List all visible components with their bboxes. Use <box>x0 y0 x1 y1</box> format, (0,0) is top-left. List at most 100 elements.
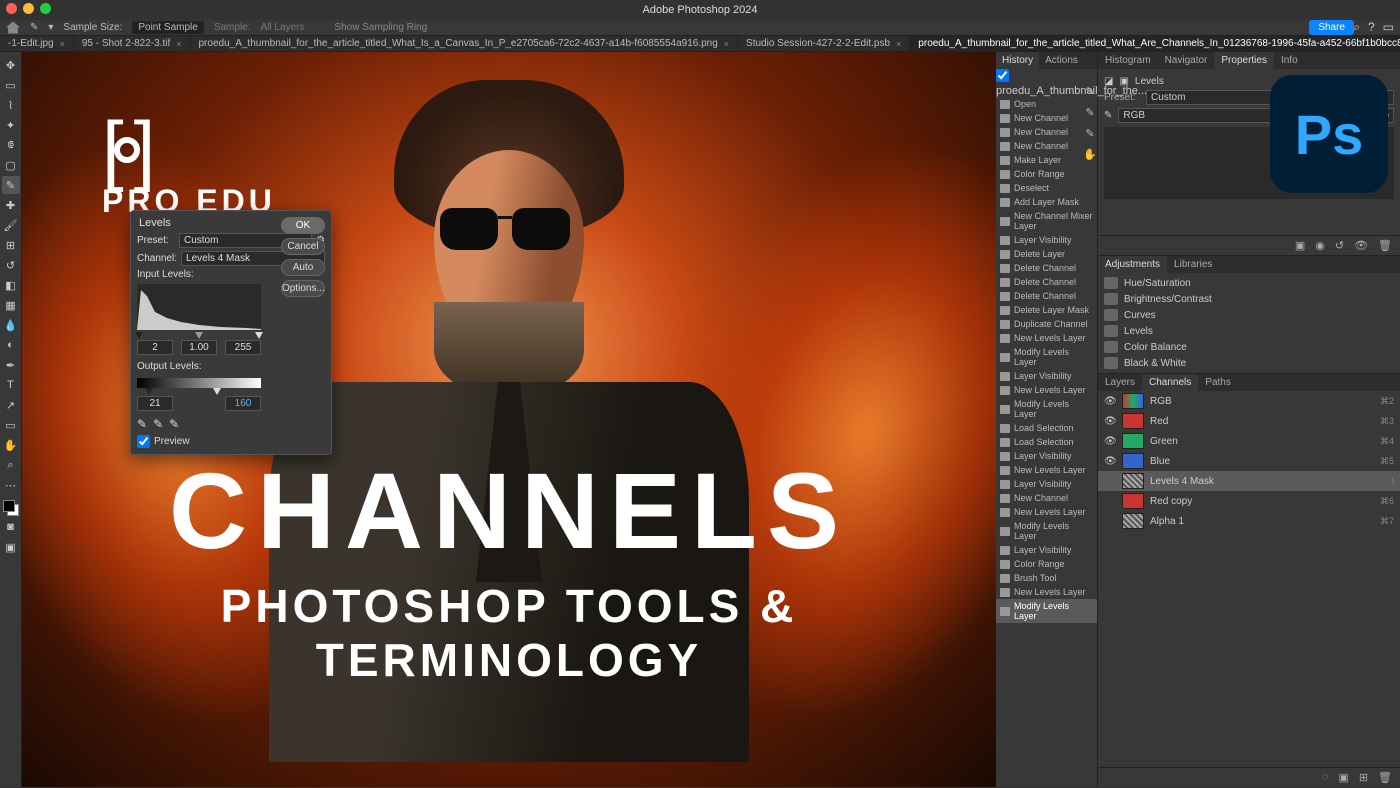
load-selection-icon[interactable]: ◌ <box>1322 771 1329 784</box>
reset-icon[interactable]: ↺ <box>1335 239 1344 252</box>
dodge-tool-icon[interactable]: ◐ <box>2 336 20 354</box>
history-state[interactable]: Color Range <box>996 167 1097 181</box>
history-state[interactable]: Layer Visibility <box>996 543 1097 557</box>
visibility-icon[interactable]: 👁 <box>1104 416 1116 427</box>
delete-channel-icon[interactable]: 🗑 <box>1378 771 1392 784</box>
sample-size-dropdown[interactable]: Point Sample <box>132 21 203 34</box>
save-selection-icon[interactable]: ▣ <box>1338 771 1348 784</box>
history-state[interactable]: New Levels Layer <box>996 585 1097 599</box>
gray-point-eyedropper-icon[interactable]: ✎ <box>153 417 163 431</box>
gradient-tool-icon[interactable]: ▦ <box>2 296 20 314</box>
edit-toolbar-icon[interactable]: ⋯ <box>2 476 20 494</box>
channel-eyedropper-icon[interactable]: ✎ <box>1104 110 1112 121</box>
tab-libraries[interactable]: Libraries <box>1167 256 1219 273</box>
history-state[interactable]: Delete Channel <box>996 289 1097 303</box>
close-tab-icon[interactable]: × <box>60 39 65 49</box>
help-icon[interactable]: ? <box>1368 20 1375 35</box>
tab-layers[interactable]: Layers <box>1098 374 1142 391</box>
view-previous-icon[interactable]: ◉ <box>1315 239 1325 252</box>
auto-button[interactable]: Auto <box>281 259 325 276</box>
adjustment-preset[interactable]: Black & White <box>1098 355 1400 371</box>
clip-icon[interactable]: ▣ <box>1295 239 1305 252</box>
close-window-icon[interactable] <box>6 3 17 14</box>
lasso-tool-icon[interactable]: ⌇ <box>2 96 20 114</box>
document-tab[interactable]: Studio Session-427-2-2-Edit.psb× <box>738 36 910 51</box>
black-eyedropper-icon[interactable]: ✎ <box>1085 85 1094 98</box>
stamp-tool-icon[interactable]: ⊞ <box>2 236 20 254</box>
channel-row[interactable]: 👁Green⌘4 <box>1098 431 1400 451</box>
visibility-icon[interactable]: 👁 <box>1104 456 1116 467</box>
workspace-icon[interactable]: ▭ <box>1383 20 1394 35</box>
history-state[interactable]: Modify Levels Layer <box>996 397 1097 421</box>
channel-row[interactable]: Alpha 1⌘7 <box>1098 511 1400 531</box>
history-state[interactable]: Delete Channel <box>996 261 1097 275</box>
close-tab-icon[interactable]: × <box>176 39 181 49</box>
black-point-eyedropper-icon[interactable]: ✎ <box>137 417 147 431</box>
history-state[interactable]: Delete Layer Mask <box>996 303 1097 317</box>
quickmask-icon[interactable]: ◙ <box>2 518 20 536</box>
tab-paths[interactable]: Paths <box>1198 374 1238 391</box>
gray-eyedropper-icon[interactable]: ✎ <box>1085 106 1094 119</box>
tab-info[interactable]: Info <box>1274 52 1305 69</box>
input-black-field[interactable] <box>137 340 173 355</box>
document-tab[interactable]: proedu_A_thumbnail_for_the_article_title… <box>191 36 739 51</box>
marquee-tool-icon[interactable]: ▭ <box>2 76 20 94</box>
healing-tool-icon[interactable]: ✚ <box>2 196 20 214</box>
tab-history[interactable]: History <box>996 52 1039 69</box>
history-state[interactable]: New Levels Layer <box>996 463 1097 477</box>
levels-dialog[interactable]: Levels OK Cancel Auto Options... Preset:… <box>130 210 332 455</box>
channel-row[interactable]: Red copy⌘6 <box>1098 491 1400 511</box>
history-state[interactable]: New Channel <box>996 491 1097 505</box>
maximize-window-icon[interactable] <box>40 3 51 14</box>
history-state[interactable]: Modify Levels Layer <box>996 599 1097 623</box>
history-state[interactable]: Color Range <box>996 557 1097 571</box>
visibility-icon[interactable]: 👁 <box>1104 436 1116 447</box>
history-state[interactable]: New Levels Layer <box>996 505 1097 519</box>
show-sampling-ring-checkbox[interactable]: Show Sampling Ring <box>334 22 427 33</box>
history-state[interactable]: Deselect <box>996 181 1097 195</box>
window-controls[interactable] <box>6 3 51 14</box>
history-state[interactable]: Modify Levels Layer <box>996 519 1097 543</box>
document-tab[interactable]: proedu_A_thumbnail_for_the_article_title… <box>910 36 1400 51</box>
adjustment-preset[interactable]: Brightness/Contrast <box>1098 291 1400 307</box>
white-eyedropper-icon[interactable]: ✎ <box>1085 127 1094 140</box>
output-white-field[interactable] <box>225 396 261 411</box>
tab-properties[interactable]: Properties <box>1214 52 1274 69</box>
history-state[interactable]: New Levels Layer <box>996 383 1097 397</box>
adjustment-preset[interactable]: Color Balance <box>1098 339 1400 355</box>
options-button[interactable]: Options... <box>281 280 325 297</box>
crop-tool-icon[interactable]: ⟃ <box>2 136 20 154</box>
history-state[interactable]: Delete Layer <box>996 247 1097 261</box>
shape-tool-icon[interactable]: ▭ <box>2 416 20 434</box>
snapshot-checkbox[interactable] <box>996 69 1009 82</box>
document-tab[interactable]: -1-Edit.jpg× <box>0 36 74 51</box>
close-tab-icon[interactable]: × <box>724 39 729 49</box>
sample-dropdown[interactable]: All Layers <box>261 22 305 33</box>
history-state[interactable]: Delete Channel <box>996 275 1097 289</box>
adjustment-preset[interactable]: Levels <box>1098 323 1400 339</box>
history-state[interactable]: Layer Visibility <box>996 477 1097 491</box>
home-icon[interactable] <box>6 22 20 34</box>
path-tool-icon[interactable]: ↗ <box>2 396 20 414</box>
output-slider[interactable] <box>137 388 261 396</box>
adjustment-preset[interactable]: Hue/Saturation <box>1098 275 1400 291</box>
tab-actions[interactable]: Actions <box>1039 52 1084 69</box>
output-black-field[interactable] <box>137 396 173 411</box>
history-state[interactable]: Layer Visibility <box>996 233 1097 247</box>
minimize-window-icon[interactable] <box>23 3 34 14</box>
color-swatches[interactable] <box>3 500 19 516</box>
zoom-tool-icon[interactable]: ⌕ <box>2 456 20 474</box>
document-tab[interactable]: 95 - Shot 2-822-3.tif× <box>74 36 191 51</box>
wand-tool-icon[interactable]: ✦ <box>2 116 20 134</box>
new-channel-icon[interactable]: ⊞ <box>1359 771 1368 784</box>
history-state[interactable]: Layer Visibility <box>996 449 1097 463</box>
eraser-tool-icon[interactable]: ◧ <box>2 276 20 294</box>
frame-tool-icon[interactable]: ▢ <box>2 156 20 174</box>
brush-tool-icon[interactable]: 🖌 <box>2 216 20 234</box>
history-state[interactable]: Brush Tool <box>996 571 1097 585</box>
tab-histogram[interactable]: Histogram <box>1098 52 1158 69</box>
eyedropper-tool-icon[interactable]: ✎ <box>2 176 20 194</box>
channel-row[interactable]: 👁RGB⌘2 <box>1098 391 1400 411</box>
tab-channels[interactable]: Channels <box>1142 374 1198 391</box>
input-gamma-field[interactable] <box>181 340 217 355</box>
